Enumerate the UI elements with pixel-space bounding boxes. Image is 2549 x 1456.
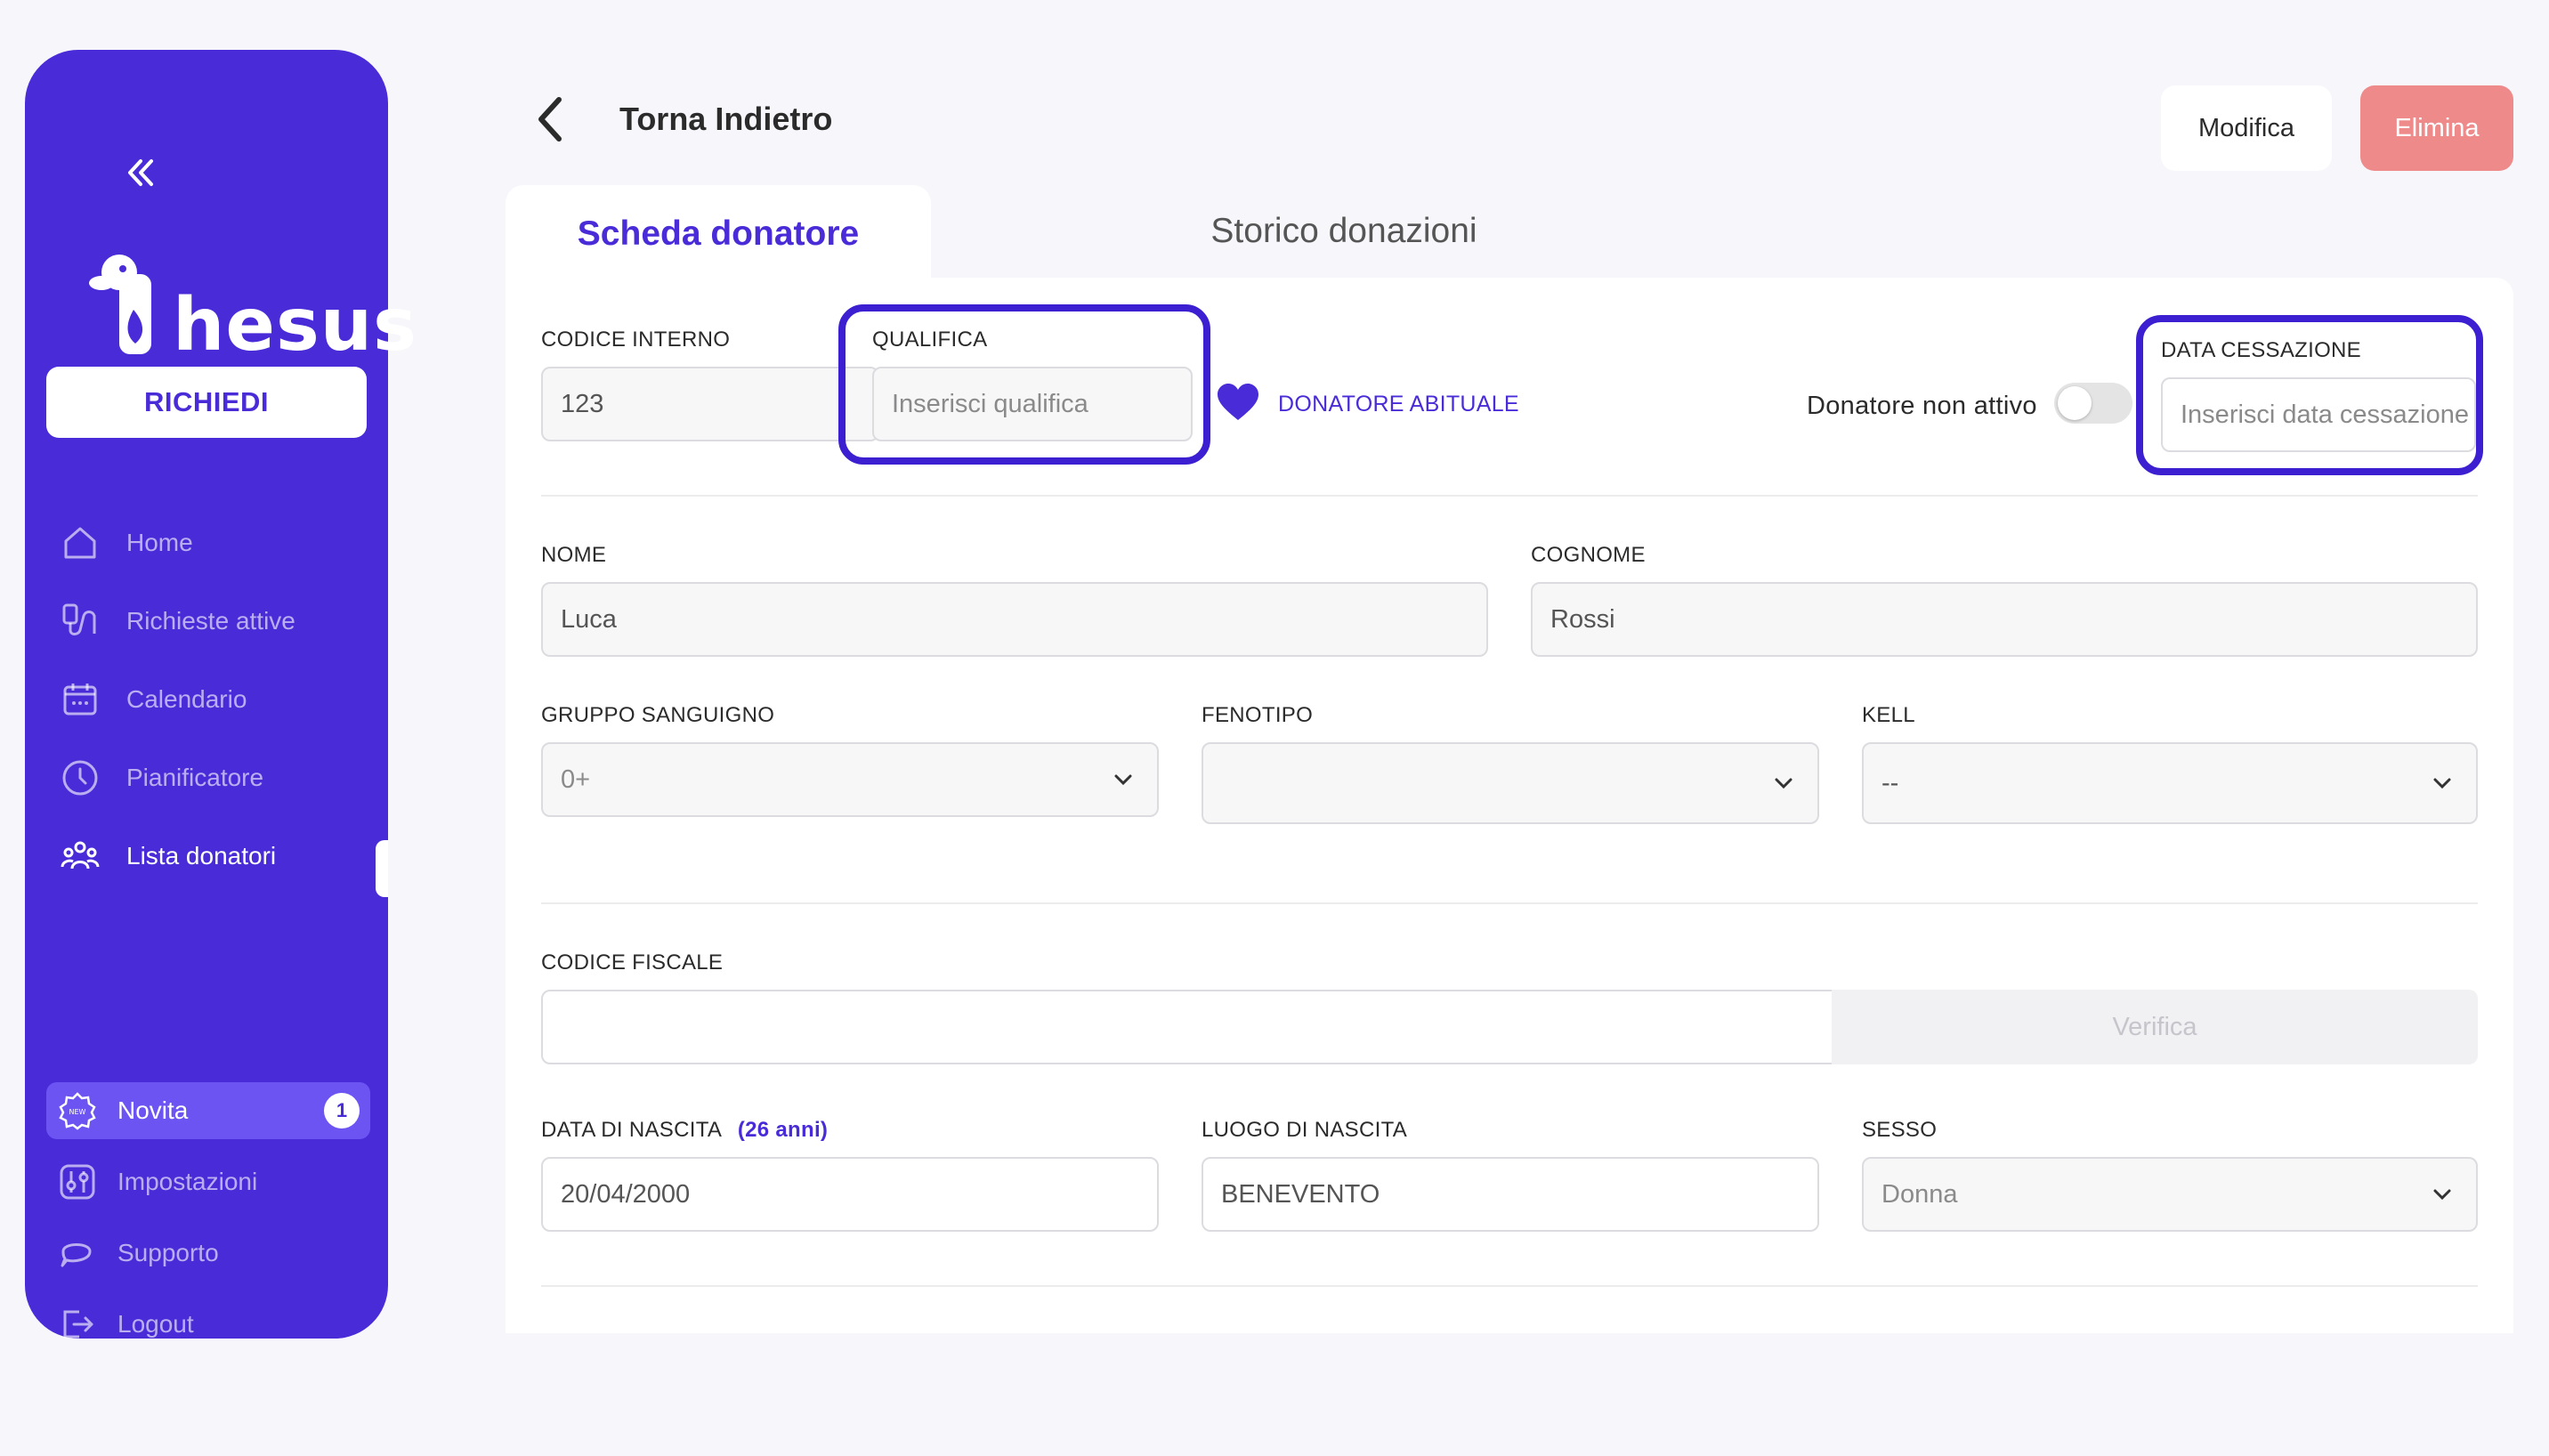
- back-link[interactable]: Torna Indietro: [534, 96, 832, 142]
- data-nascita-label-text: DATA DI NASCITA: [541, 1118, 721, 1142]
- luogo-nascita-input[interactable]: BENEVENTO: [1202, 1157, 1819, 1232]
- donor-form-card: CODICE INTERNO 123 QUALIFICA Inserisci q…: [506, 278, 2513, 1333]
- home-icon: [59, 522, 101, 564]
- age-label: (26 anni): [737, 1118, 829, 1142]
- edit-button[interactable]: Modifica: [2161, 85, 2332, 171]
- chevron-down-icon: [2433, 1189, 2451, 1201]
- codice-fiscale-label: CODICE FISCALE: [541, 950, 724, 975]
- cognome-input[interactable]: Rossi: [1531, 582, 2478, 657]
- data-cessazione-placeholder: Inserisci data cessazione: [2181, 400, 2469, 429]
- divider: [541, 902, 2478, 904]
- verify-button[interactable]: Verifica: [1832, 990, 2478, 1064]
- kell-select[interactable]: --: [1862, 742, 2478, 824]
- cognome-label: COGNOME: [1531, 543, 1646, 567]
- logout-icon: [57, 1304, 98, 1345]
- gruppo-label: GRUPPO SANGUIGNO: [541, 703, 775, 727]
- fenotipo-select[interactable]: [1202, 742, 1819, 824]
- settings-icon: [57, 1161, 98, 1202]
- brand-logo: hesus: [84, 247, 417, 368]
- delete-button[interactable]: Elimina: [2360, 85, 2513, 171]
- nav-label: Logout: [117, 1310, 194, 1338]
- nav-label: Richieste attive: [126, 607, 295, 635]
- nav-label: Lista donatori: [126, 842, 277, 870]
- luogo-nascita-value: BENEVENTO: [1221, 1179, 1380, 1209]
- codice-fiscale-input[interactable]: [541, 990, 1833, 1064]
- blood-bag-icon: [59, 600, 101, 643]
- cognome-value: Rossi: [1550, 604, 1615, 634]
- nav-item-richieste[interactable]: Richieste attive: [59, 582, 379, 660]
- nav-label: Novita: [117, 1096, 189, 1124]
- back-arrow-icon: [538, 97, 562, 142]
- chevron-down-icon: [1114, 774, 1132, 786]
- divider: [541, 1285, 2478, 1287]
- fenotipo-label: FENOTIPO: [1202, 703, 1314, 727]
- nav-label: Calendario: [126, 685, 247, 713]
- luogo-nascita-label: LUOGO DI NASCITA: [1202, 1118, 1408, 1142]
- brand-name: hesus: [173, 283, 417, 368]
- collapse-sidebar-icon[interactable]: [114, 148, 167, 198]
- nome-label: NOME: [541, 543, 607, 567]
- data-cessazione-input[interactable]: Inserisci data cessazione: [2161, 377, 2476, 452]
- calendar-icon: [59, 678, 101, 721]
- nav-item-novita[interactable]: NEW Novita 1: [46, 1082, 370, 1139]
- nav-item-logout[interactable]: Logout: [46, 1296, 370, 1353]
- nav-label: Impostazioni: [117, 1168, 258, 1195]
- new-badge-icon: NEW: [57, 1090, 98, 1131]
- request-button[interactable]: RICHIEDI: [46, 367, 367, 438]
- bottom-nav: NEW Novita 1 Impostazioni Supporto Logou…: [46, 1082, 370, 1367]
- nav-item-impostazioni[interactable]: Impostazioni: [46, 1153, 370, 1210]
- main-nav: Home Richieste attive Calendario Pianifi…: [59, 504, 379, 895]
- sesso-value: Donna: [1881, 1179, 1958, 1209]
- non-attivo-toggle[interactable]: [2054, 383, 2132, 424]
- sidebar: hesus RICHIEDI Home Richieste attive Cal…: [25, 50, 417, 1339]
- chevron-down-icon: [1775, 778, 1792, 789]
- nav-item-supporto[interactable]: Supporto: [46, 1225, 370, 1282]
- codice-interno-input[interactable]: 123: [541, 367, 879, 441]
- nav-item-calendario[interactable]: Calendario: [59, 660, 379, 739]
- active-nav-indicator: [376, 840, 388, 897]
- svg-text:NEW: NEW: [69, 1108, 86, 1116]
- data-nascita-input[interactable]: 20/04/2000: [541, 1157, 1159, 1232]
- qualifica-placeholder: Inserisci qualifica: [892, 389, 1088, 418]
- gruppo-select[interactable]: 0+: [541, 742, 1159, 817]
- divider: [541, 495, 2478, 497]
- qualifica-label: QUALIFICA: [872, 328, 988, 352]
- nav-label: Home: [126, 529, 193, 556]
- nav-item-lista-donatori[interactable]: Lista donatori: [59, 817, 379, 895]
- notification-badge: 1: [324, 1093, 360, 1128]
- nav-item-pianificatore[interactable]: Pianificatore: [59, 739, 379, 817]
- chevron-down-icon: [2433, 778, 2451, 789]
- kell-label: KELL: [1862, 703, 1915, 727]
- sesso-select[interactable]: Donna: [1862, 1157, 2478, 1232]
- chat-icon: [57, 1233, 98, 1274]
- toggle-knob: [2058, 386, 2092, 420]
- nav-item-home[interactable]: Home: [59, 504, 379, 582]
- heart-icon[interactable]: [1216, 383, 1260, 422]
- nav-label: Pianificatore: [126, 764, 264, 791]
- nome-value: Luca: [561, 604, 617, 634]
- nome-input[interactable]: Luca: [541, 582, 1488, 657]
- tab-storico-donazioni[interactable]: Storico donazioni: [1139, 185, 1549, 278]
- donatore-abituale-label: DONATORE ABITUALE: [1278, 392, 1519, 417]
- codice-interno-value: 123: [561, 389, 604, 418]
- sesso-label: SESSO: [1862, 1118, 1938, 1142]
- non-attivo-label: Donatore non attivo: [1807, 392, 2037, 420]
- kell-value: --: [1881, 768, 1899, 797]
- tab-scheda-donatore[interactable]: Scheda donatore: [506, 185, 931, 283]
- clock-icon: [59, 756, 101, 799]
- dog-logo-icon: [89, 255, 151, 354]
- users-icon: [59, 835, 101, 878]
- data-nascita-value: 20/04/2000: [561, 1179, 691, 1209]
- codice-interno-label: CODICE INTERNO: [541, 328, 731, 352]
- gruppo-value: 0+: [561, 764, 591, 794]
- qualifica-input[interactable]: Inserisci qualifica: [872, 367, 1193, 441]
- nav-label: Supporto: [117, 1239, 219, 1266]
- back-label: Torna Indietro: [619, 101, 833, 137]
- data-cessazione-label: DATA CESSAZIONE: [2161, 338, 2361, 362]
- data-nascita-label: DATA DI NASCITA (26 anni): [541, 1118, 828, 1143]
